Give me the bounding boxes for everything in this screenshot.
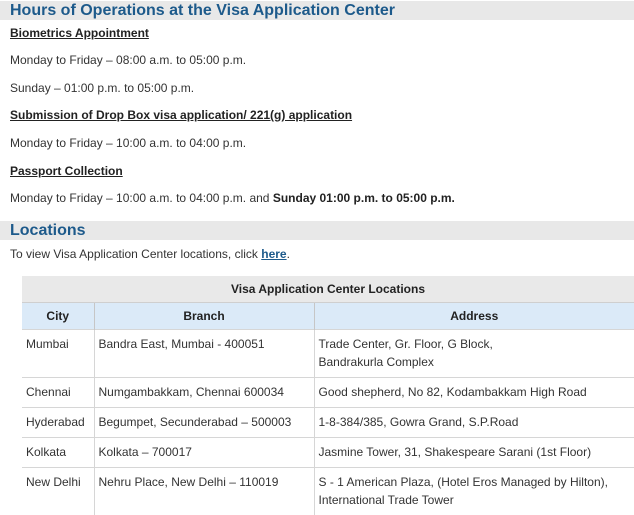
biometrics-sunday-hours: Sunday – 01:00 p.m. to 05:00 p.m. <box>10 81 194 95</box>
branch-cell: Begumpet, Secunderabad – 500003 <box>94 408 314 438</box>
column-header-address: Address <box>314 303 634 330</box>
address-cell: Trade Center, Gr. Floor, G Block, Bandrak… <box>314 330 634 378</box>
locations-table: Visa Application Center Locations City B… <box>22 276 634 515</box>
column-header-city: City <box>22 303 94 330</box>
address-cell: S - 1 American Plaza, (Hotel Eros Manage… <box>314 468 634 515</box>
address-cell: 1-8-384/385, Gowra Grand, S.P.Road <box>314 408 634 438</box>
table-row: Kolkata Kolkata – 700017 Jasmine Tower, … <box>22 438 634 468</box>
address-line: S - 1 American Plaza, (Hotel Eros Manage… <box>319 475 608 489</box>
table-row: Hyderabad Begumpet, Secunderabad – 50000… <box>22 408 634 438</box>
passport-weekday-hours: Monday to Friday – 10:00 a.m. to 04:00 p… <box>10 191 273 205</box>
branch-cell: Kolkata – 700017 <box>94 438 314 468</box>
locations-table-container: Visa Application Center Locations City B… <box>22 276 634 515</box>
passport-sunday-hours: Sunday 01:00 p.m. to 05:00 p.m. <box>273 191 455 205</box>
address-cell: Good shepherd, No 82, Kodambakkam High R… <box>314 378 634 408</box>
table-row: Mumbai Bandra East, Mumbai - 400051 Trad… <box>22 330 634 378</box>
passport-hours: Monday to Friday – 10:00 a.m. to 04:00 p… <box>10 191 455 205</box>
city-cell: Hyderabad <box>22 408 94 438</box>
city-cell: New Delhi <box>22 468 94 515</box>
dropbox-weekday-hours: Monday to Friday – 10:00 a.m. to 04:00 p… <box>10 136 246 150</box>
locations-here-link[interactable]: here <box>261 247 286 261</box>
biometrics-title: Biometrics Appointment <box>10 26 149 40</box>
hours-heading: Hours of Operations at the Visa Applicat… <box>0 1 634 20</box>
branch-cell: Bandra East, Mumbai - 400051 <box>94 330 314 378</box>
address-cell: Jasmine Tower, 31, Shakespeare Sarani (1… <box>314 438 634 468</box>
passport-title: Passport Collection <box>10 164 123 178</box>
locations-intro: To view Visa Application Center location… <box>10 247 290 261</box>
city-cell: Kolkata <box>22 438 94 468</box>
address-line: Bandrakurla Complex <box>319 355 434 369</box>
table-row: Chennai Numgambakkam, Chennai 600034 Goo… <box>22 378 634 408</box>
biometrics-weekday-hours: Monday to Friday – 08:00 a.m. to 05:00 p… <box>10 53 246 67</box>
table-row: New Delhi Nehru Place, New Delhi – 11001… <box>22 468 634 515</box>
city-cell: Mumbai <box>22 330 94 378</box>
column-header-branch: Branch <box>94 303 314 330</box>
table-caption: Visa Application Center Locations <box>22 276 634 303</box>
branch-cell: Numgambakkam, Chennai 600034 <box>94 378 314 408</box>
locations-intro-period: . <box>287 247 290 261</box>
address-line: Trade Center, Gr. Floor, G Block, <box>319 337 493 351</box>
address-line: International Trade Tower <box>319 493 454 507</box>
locations-intro-text: To view Visa Application Center location… <box>10 247 261 261</box>
dropbox-title: Submission of Drop Box visa application/… <box>10 108 352 122</box>
city-cell: Chennai <box>22 378 94 408</box>
branch-cell: Nehru Place, New Delhi – 110019 <box>94 468 314 515</box>
locations-heading: Locations <box>0 221 634 240</box>
